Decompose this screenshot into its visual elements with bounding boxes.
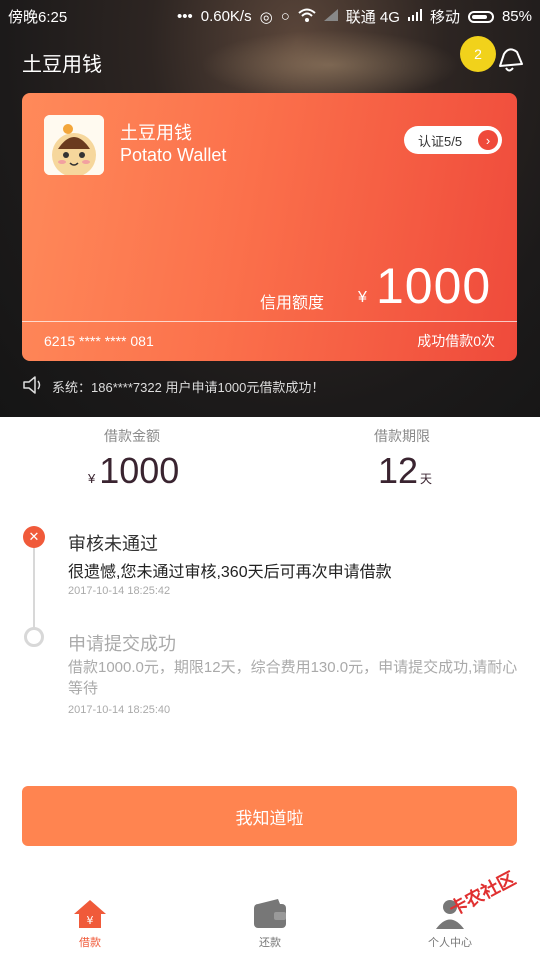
announcement-text: 系统：186****7322 用户申请1000元借款成功！ [52, 380, 325, 395]
signal-icon [323, 8, 338, 25]
header-background-decoration [200, 30, 460, 100]
card-name: 土豆用钱 [120, 123, 192, 143]
status-time: 傍晚6:25 [8, 9, 68, 26]
carrier1-label: 联通 4G [345, 9, 400, 26]
potato-avatar [44, 115, 104, 175]
loan-term-value: 12 [378, 450, 419, 491]
timeline-desc-rejected: 很遗憾,您未通过审核,360天后可再次申请借款 [68, 564, 392, 581]
timeline-time-submitted: 2017-10-14 18:25:40 [68, 704, 171, 716]
svg-text:¥: ¥ [87, 914, 94, 927]
status-bar: 傍晚6:25 ••• 0.60K/s ◎ ○ 联通 4G 移动 85% [0, 0, 540, 30]
nav-label-profile: 个人中心 [428, 937, 472, 949]
wallet-icon [252, 898, 288, 930]
speaker-icon [22, 376, 44, 397]
chevron-right-icon: › [478, 130, 498, 150]
nav-item-borrow[interactable]: ¥ 借款 [50, 898, 130, 950]
battery-icon [467, 10, 494, 23]
credit-label: 信用额度 [260, 295, 325, 312]
loan-term-unit: 天 [420, 472, 433, 486]
announcement-bar: 系统：186****7322 用户申请1000元借款成功！ [22, 376, 324, 397]
card-name-en: Potato Wallet [120, 145, 227, 165]
more-dots-icon: ••• [176, 8, 193, 25]
step-circle-icon [24, 627, 44, 647]
timeline-desc-submitted: 借款1000.0元，期限12天，综合费用130.0元，申请提交成功,请耐心等待 [68, 659, 518, 697]
timeline-line [33, 540, 35, 636]
timeline-title-rejected: 审核未通过 [68, 534, 158, 554]
loan-amount-value: 1000 [99, 450, 180, 491]
page-title: 土豆用钱 [22, 54, 102, 76]
loan-currency: ¥ [88, 471, 96, 486]
nav-label-repay: 还款 [259, 937, 281, 949]
timeline-time-rejected: 2017-10-14 18:25:42 [68, 585, 171, 597]
credit-currency: ¥ [358, 289, 367, 306]
loan-term-label: 借款期限 [374, 428, 430, 444]
loan-term: 12 天 [378, 450, 432, 492]
credit-amount: 1000 [376, 258, 492, 314]
app-status-icon: ◎ [259, 8, 273, 26]
signal-bars-icon [407, 8, 422, 25]
wallet-card: 土豆用钱 Potato Wallet 认证5/5 › 信用额度 ¥ 1000 6… [22, 93, 517, 361]
verify-label: 认证5/5 [418, 133, 463, 149]
bell-icon[interactable] [492, 44, 526, 74]
verify-button[interactable]: 认证5/5 › [404, 126, 502, 154]
card-number: 6215 **** **** 081 [44, 333, 154, 349]
nav-label-borrow: 借款 [79, 937, 101, 949]
battery-level: 85% [501, 8, 532, 25]
loan-amount-label: 借款金额 [104, 428, 160, 444]
notification-badge[interactable]: 2 [460, 36, 496, 72]
nav-item-repay[interactable]: 还款 [230, 898, 310, 950]
loan-amount: ¥1000 [88, 450, 179, 492]
carrier2-label: 移动 [429, 9, 460, 26]
loan-success-count: 成功借款0次 [417, 333, 495, 349]
sync-icon: ○ [280, 8, 290, 25]
home-icon: ¥ [72, 898, 108, 930]
timeline-title-submitted: 申请提交成功 [68, 634, 176, 654]
confirm-button[interactable]: 我知道啦 [22, 786, 517, 846]
network-speed: 0.60K/s [200, 8, 252, 25]
card-divider [22, 321, 517, 322]
wifi-icon [298, 8, 316, 26]
rejected-icon: ✕ [23, 526, 45, 548]
